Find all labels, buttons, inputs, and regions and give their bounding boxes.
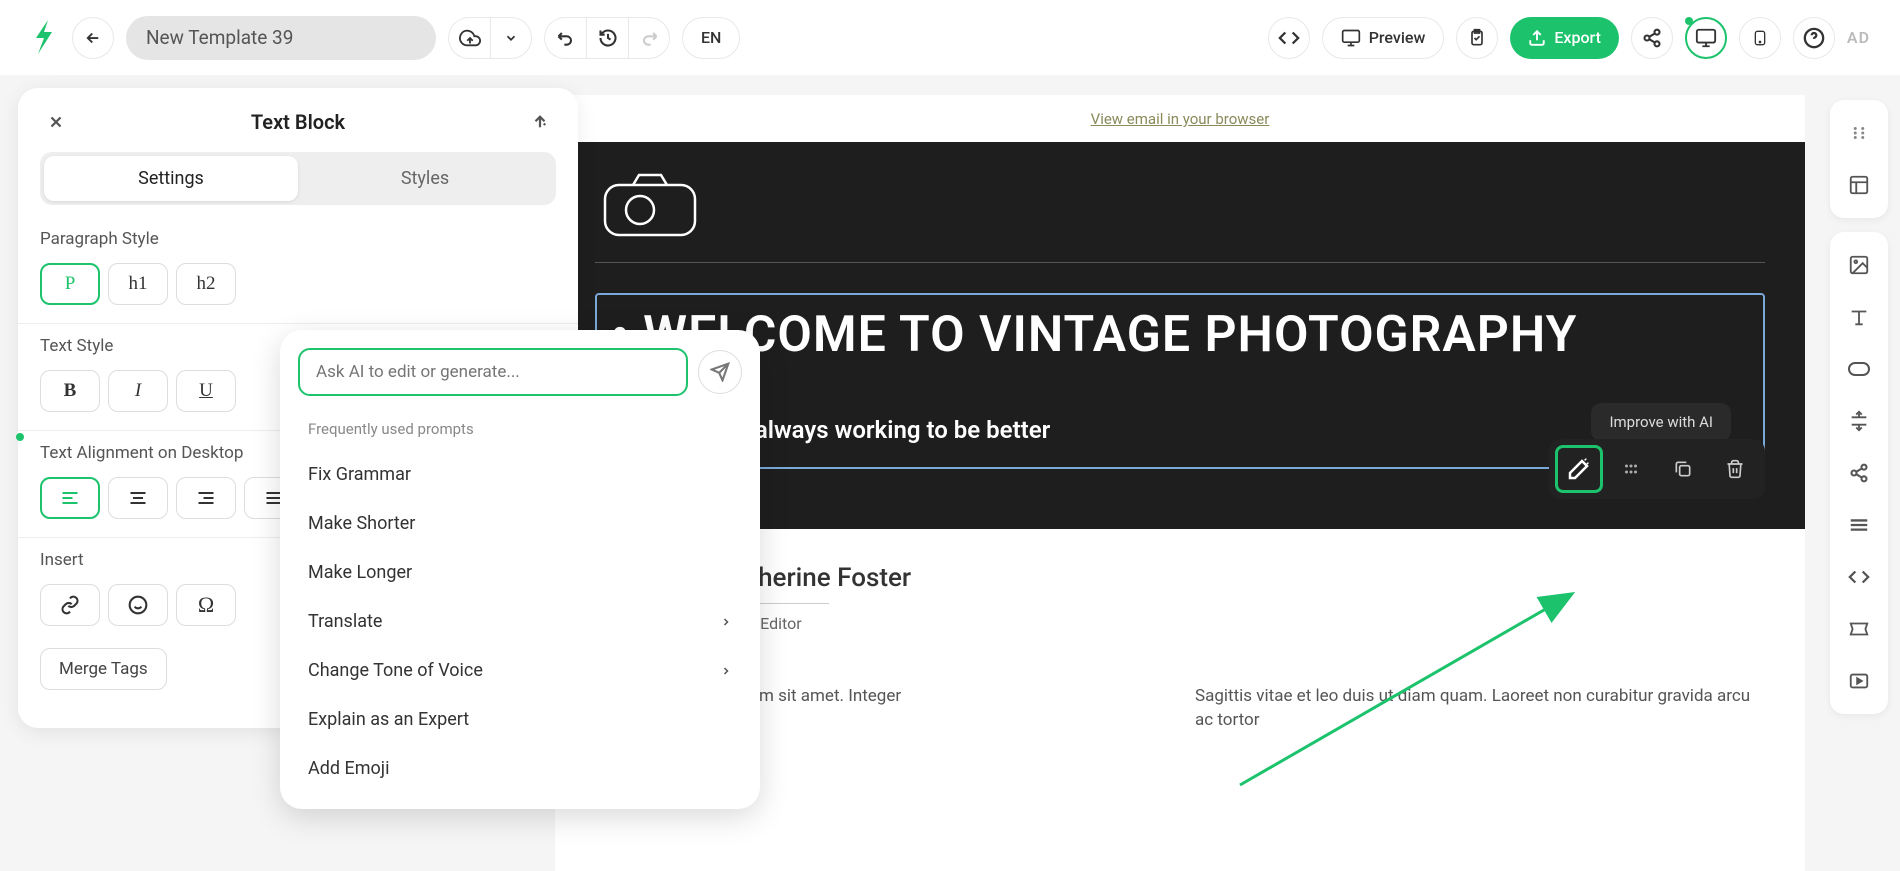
tab-styles[interactable]: Styles	[298, 156, 552, 201]
hero-divider	[595, 262, 1765, 263]
chevron-right-icon	[720, 665, 732, 677]
align-left-button[interactable]	[40, 477, 100, 519]
body-col-2: Sagittis vitae et leo duis ut diam quam.…	[1195, 685, 1765, 733]
delete-block-button[interactable]	[1711, 445, 1759, 493]
user-badge[interactable]: AD	[1847, 28, 1870, 47]
panel-title: Text Block	[251, 110, 345, 134]
ai-prompt-item[interactable]: Make Shorter	[280, 499, 760, 548]
topbar: New Template 39 EN Preview Export	[0, 0, 1900, 75]
help-button[interactable]	[1793, 17, 1835, 59]
expand-panel-button[interactable]	[524, 106, 556, 138]
insert-link-button[interactable]	[40, 584, 100, 626]
rail-image-icon[interactable]	[1830, 242, 1888, 288]
improve-ai-button[interactable]	[1555, 445, 1603, 493]
save-dropdown-button[interactable]	[490, 17, 532, 59]
clipboard-button[interactable]	[1456, 17, 1498, 59]
share-button[interactable]	[1631, 17, 1673, 59]
style-h2[interactable]: h2	[176, 263, 236, 305]
bold-button[interactable]: B	[40, 370, 100, 412]
preview-button[interactable]: Preview	[1322, 17, 1445, 59]
ai-prompt-item[interactable]: Translate	[280, 597, 760, 646]
align-right-button[interactable]	[176, 477, 236, 519]
paragraph-style-label: Paragraph Style	[18, 221, 578, 257]
app-logo	[30, 18, 60, 58]
right-rail	[1830, 100, 1888, 714]
ai-prompt-popup: Frequently used prompts Fix GrammarMake …	[280, 330, 760, 809]
browser-link-row: View email in your browser	[555, 95, 1805, 142]
rail-text-icon[interactable]	[1830, 294, 1888, 340]
export-label: Export	[1554, 28, 1601, 47]
panel-tabs: Settings Styles	[40, 152, 556, 205]
rail-drag-icon[interactable]	[1830, 110, 1888, 156]
ai-section-title: Frequently used prompts	[280, 414, 760, 450]
ai-prompt-item[interactable]: Add Emoji	[280, 744, 760, 793]
history-button[interactable]	[586, 17, 628, 59]
code-button[interactable]	[1268, 17, 1310, 59]
camera-icon	[595, 170, 1765, 240]
template-name-field[interactable]: New Template 39	[126, 16, 436, 60]
rail-banner-icon[interactable]	[1830, 606, 1888, 652]
back-button[interactable]	[72, 17, 114, 59]
italic-button[interactable]: I	[108, 370, 168, 412]
rail-social-icon[interactable]	[1830, 450, 1888, 496]
rail-video-icon[interactable]	[1830, 658, 1888, 704]
align-center-button[interactable]	[108, 477, 168, 519]
merge-tags-button[interactable]: Merge Tags	[40, 648, 167, 690]
block-toolbar	[1549, 439, 1765, 499]
cloud-save-button[interactable]	[448, 17, 490, 59]
ai-prompt-item[interactable]: Explain as an Expert	[280, 695, 760, 744]
close-panel-button[interactable]	[40, 106, 72, 138]
move-block-button[interactable]	[1607, 445, 1655, 493]
underline-button[interactable]: U	[176, 370, 236, 412]
insert-symbol-button[interactable]: Ω	[176, 584, 236, 626]
rail-spacer-icon[interactable]	[1830, 398, 1888, 444]
ai-prompt-input[interactable]	[298, 348, 688, 396]
paragraph-style-row: P h1 h2	[18, 257, 578, 319]
history-group	[544, 17, 670, 59]
mobile-view-button[interactable]	[1739, 17, 1781, 59]
ai-prompt-item[interactable]: Change Tone of Voice	[280, 646, 760, 695]
preview-label: Preview	[1369, 28, 1426, 47]
headline-text[interactable]: • WELCOME TO VINTAGE PHOTOGRAPHY	[611, 305, 1749, 365]
undo-button[interactable]	[544, 17, 586, 59]
language-button[interactable]: EN	[682, 17, 740, 59]
rail-html-icon[interactable]	[1830, 554, 1888, 600]
style-p[interactable]: P	[40, 263, 100, 305]
ai-prompt-item[interactable]: Make Longer	[280, 548, 760, 597]
view-in-browser-link[interactable]: View email in your browser	[1091, 110, 1270, 128]
style-h1[interactable]: h1	[108, 263, 168, 305]
export-button[interactable]: Export	[1510, 17, 1619, 59]
tab-settings[interactable]: Settings	[44, 156, 298, 201]
redo-button[interactable]	[628, 17, 670, 59]
rail-button-icon[interactable]	[1830, 346, 1888, 392]
ai-tooltip: Improve with AI	[1591, 403, 1731, 441]
desktop-view-button[interactable]	[1685, 17, 1727, 59]
ai-prompt-item[interactable]: Fix Grammar	[280, 450, 760, 499]
ai-send-button[interactable]	[698, 350, 742, 394]
chevron-right-icon	[720, 616, 732, 628]
rail-menu-icon[interactable]	[1830, 502, 1888, 548]
rail-layout-icon[interactable]	[1830, 162, 1888, 208]
duplicate-block-button[interactable]	[1659, 445, 1707, 493]
save-group	[448, 17, 532, 59]
insert-emoji-button[interactable]	[108, 584, 168, 626]
